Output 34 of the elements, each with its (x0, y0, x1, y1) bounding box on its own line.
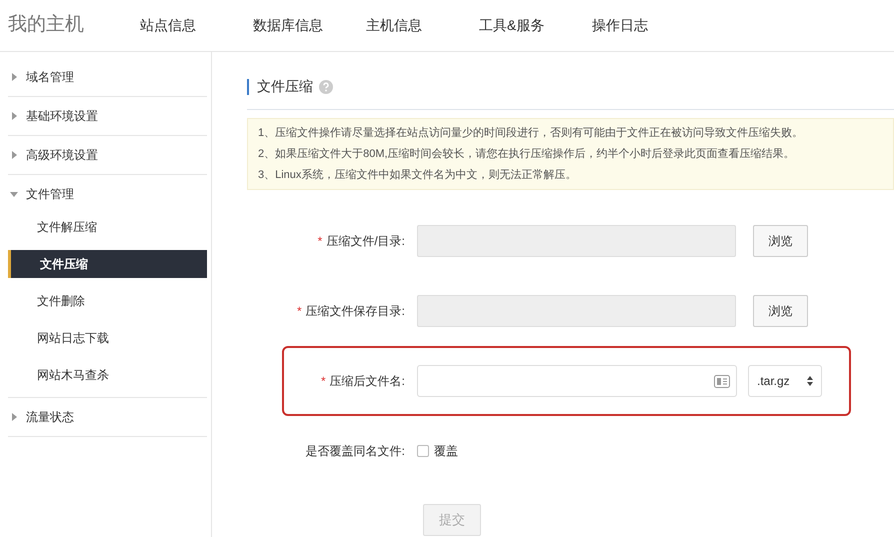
notice-text: 2、如果压缩文件大于80M,压缩时间会较长，请您在执行压缩操作后，约半个小时后登录此页面查看压缩结果。 (258, 146, 796, 162)
page-title: 文件压缩 (257, 77, 313, 96)
sidebar-subitem[interactable]: 网站木马查杀 (8, 361, 207, 389)
contact-card-icon (714, 374, 730, 388)
nav-link[interactable]: 工具&服务 (479, 15, 592, 36)
field-label: 压缩文件/目录: (326, 233, 405, 250)
sidebar-item[interactable]: 文件管理 (8, 175, 207, 213)
sidebar-subitem[interactable]: 文件删除 (8, 287, 207, 315)
sidebar-item[interactable]: 基础环境设置 (8, 97, 207, 135)
sidebar-item[interactable]: 域名管理 (8, 58, 207, 96)
sidebar-subitem[interactable]: 文件压缩 (8, 250, 207, 278)
sidebar-item[interactable]: 流量状态 (8, 398, 207, 436)
notice-text: 3、Linux系统，压缩文件中如果文件名为中文，则无法正常解压。 (258, 168, 578, 183)
filename-field[interactable] (417, 365, 737, 397)
updown-caret-icon (807, 376, 813, 386)
checkbox[interactable] (417, 445, 429, 457)
help-icon[interactable] (319, 80, 333, 94)
nav-link[interactable]: 操作日志 (592, 15, 705, 36)
sidebar-item[interactable]: 高级环境设置 (8, 136, 207, 174)
required-asterisk: * (320, 373, 326, 390)
checkbox-label: 覆盖 (434, 443, 458, 460)
format-dropdown[interactable]: .tar.gz (748, 365, 822, 397)
sidebar-subitem[interactable]: 网站日志下载 (8, 324, 207, 352)
notice-text: 1、压缩文件操作请尽量选择在站点访问量少的时间段进行，否则有可能由于文件正在被访问导致文件压缩失败。 (258, 126, 804, 141)
nav-link[interactable]: 主机信息 (366, 15, 479, 36)
field-label: 是否覆盖同名文件: (306, 443, 405, 460)
field-label: 压缩后文件名: (330, 373, 405, 390)
nav-link[interactable]: 站点信息 (140, 15, 253, 36)
sidebar-subitem[interactable]: 文件解压缩 (8, 213, 207, 241)
field-label: 压缩文件保存目录: (306, 303, 405, 320)
required-asterisk: * (318, 233, 322, 250)
site-logo: 我的主机 (7, 13, 85, 38)
nav-link[interactable]: 数据库信息 (253, 15, 366, 36)
required-asterisk: * (296, 303, 302, 320)
